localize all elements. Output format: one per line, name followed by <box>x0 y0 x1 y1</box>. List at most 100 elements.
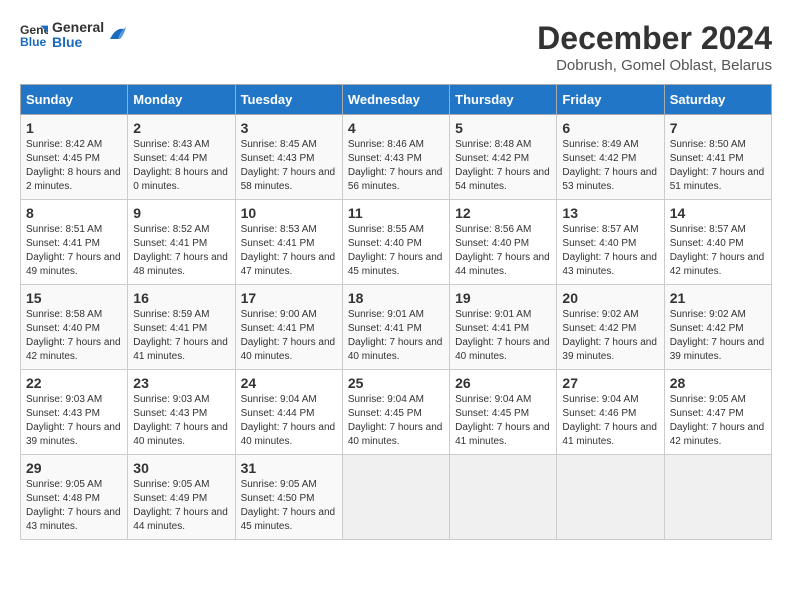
sunset-18: Sunset: 4:41 PM <box>348 323 422 334</box>
day-cell-29: 29 Sunrise: 9:05 AM Sunset: 4:48 PM Dayl… <box>21 455 128 540</box>
day-cell-8: 8 Sunrise: 8:51 AM Sunset: 4:41 PM Dayli… <box>21 200 128 285</box>
sunset-3: Sunset: 4:43 PM <box>241 153 315 164</box>
day-number-22: 22 <box>26 375 122 391</box>
sunrise-4: Sunrise: 8:46 AM <box>348 139 424 150</box>
day-cell-1: 1 Sunrise: 8:42 AM Sunset: 4:45 PM Dayli… <box>21 115 128 200</box>
main-title: December 2024 <box>537 20 772 57</box>
sunrise-6: Sunrise: 8:49 AM <box>562 139 638 150</box>
sunset-28: Sunset: 4:47 PM <box>670 408 744 419</box>
sunset-21: Sunset: 4:42 PM <box>670 323 744 334</box>
day-number-2: 2 <box>133 120 229 136</box>
sunset-13: Sunset: 4:40 PM <box>562 238 636 249</box>
sunrise-3: Sunrise: 8:45 AM <box>241 139 317 150</box>
sunset-25: Sunset: 4:45 PM <box>348 408 422 419</box>
sunrise-5: Sunrise: 8:48 AM <box>455 139 531 150</box>
day-number-30: 30 <box>133 460 229 476</box>
logo-bird-icon <box>108 25 126 45</box>
week-row-5: 29 Sunrise: 9:05 AM Sunset: 4:48 PM Dayl… <box>21 455 772 540</box>
sunrise-10: Sunrise: 8:53 AM <box>241 224 317 235</box>
day-info-2: Sunrise: 8:43 AM Sunset: 4:44 PM Dayligh… <box>133 139 228 192</box>
day-info-24: Sunrise: 9:04 AM Sunset: 4:44 PM Dayligh… <box>241 394 336 447</box>
sunrise-26: Sunrise: 9:04 AM <box>455 394 531 405</box>
day-number-25: 25 <box>348 375 444 391</box>
daylight-4: Daylight: 7 hours and 56 minutes. <box>348 167 443 192</box>
day-cell-7: 7 Sunrise: 8:50 AM Sunset: 4:41 PM Dayli… <box>664 115 771 200</box>
sunset-1: Sunset: 4:45 PM <box>26 153 100 164</box>
sunrise-31: Sunrise: 9:05 AM <box>241 479 317 490</box>
week-row-4: 22 Sunrise: 9:03 AM Sunset: 4:43 PM Dayl… <box>21 370 772 455</box>
day-number-24: 24 <box>241 375 337 391</box>
daylight-12: Daylight: 7 hours and 44 minutes. <box>455 252 550 277</box>
day-info-7: Sunrise: 8:50 AM Sunset: 4:41 PM Dayligh… <box>670 139 765 192</box>
day-number-28: 28 <box>670 375 766 391</box>
daylight-30: Daylight: 7 hours and 44 minutes. <box>133 507 228 532</box>
logo: General Blue General Blue <box>20 20 126 51</box>
sunrise-12: Sunrise: 8:56 AM <box>455 224 531 235</box>
day-info-31: Sunrise: 9:05 AM Sunset: 4:50 PM Dayligh… <box>241 479 336 532</box>
day-number-23: 23 <box>133 375 229 391</box>
sunrise-17: Sunrise: 9:00 AM <box>241 309 317 320</box>
sunset-14: Sunset: 4:40 PM <box>670 238 744 249</box>
sunset-23: Sunset: 4:43 PM <box>133 408 207 419</box>
header-friday: Friday <box>557 85 664 115</box>
daylight-20: Daylight: 7 hours and 39 minutes. <box>562 337 657 362</box>
day-info-8: Sunrise: 8:51 AM Sunset: 4:41 PM Dayligh… <box>26 224 121 277</box>
daylight-25: Daylight: 7 hours and 40 minutes. <box>348 422 443 447</box>
day-number-21: 21 <box>670 290 766 306</box>
day-number-4: 4 <box>348 120 444 136</box>
day-cell-15: 15 Sunrise: 8:58 AM Sunset: 4:40 PM Dayl… <box>21 285 128 370</box>
day-cell-30: 30 Sunrise: 9:05 AM Sunset: 4:49 PM Dayl… <box>128 455 235 540</box>
day-cell-23: 23 Sunrise: 9:03 AM Sunset: 4:43 PM Dayl… <box>128 370 235 455</box>
day-info-12: Sunrise: 8:56 AM Sunset: 4:40 PM Dayligh… <box>455 224 550 277</box>
daylight-7: Daylight: 7 hours and 51 minutes. <box>670 167 765 192</box>
day-cell-5: 5 Sunrise: 8:48 AM Sunset: 4:42 PM Dayli… <box>450 115 557 200</box>
title-area: December 2024 Dobrush, Gomel Oblast, Bel… <box>537 20 772 74</box>
day-cell-4: 4 Sunrise: 8:46 AM Sunset: 4:43 PM Dayli… <box>342 115 449 200</box>
day-info-14: Sunrise: 8:57 AM Sunset: 4:40 PM Dayligh… <box>670 224 765 277</box>
day-info-26: Sunrise: 9:04 AM Sunset: 4:45 PM Dayligh… <box>455 394 550 447</box>
sunset-27: Sunset: 4:46 PM <box>562 408 636 419</box>
weekday-header-row: Sunday Monday Tuesday Wednesday Thursday… <box>21 85 772 115</box>
sunset-19: Sunset: 4:41 PM <box>455 323 529 334</box>
day-cell-9: 9 Sunrise: 8:52 AM Sunset: 4:41 PM Dayli… <box>128 200 235 285</box>
day-number-13: 13 <box>562 205 658 221</box>
day-cell-25: 25 Sunrise: 9:04 AM Sunset: 4:45 PM Dayl… <box>342 370 449 455</box>
sunset-16: Sunset: 4:41 PM <box>133 323 207 334</box>
day-info-22: Sunrise: 9:03 AM Sunset: 4:43 PM Dayligh… <box>26 394 121 447</box>
daylight-17: Daylight: 7 hours and 40 minutes. <box>241 337 336 362</box>
day-cell-16: 16 Sunrise: 8:59 AM Sunset: 4:41 PM Dayl… <box>128 285 235 370</box>
sunset-22: Sunset: 4:43 PM <box>26 408 100 419</box>
header-monday: Monday <box>128 85 235 115</box>
daylight-10: Daylight: 7 hours and 47 minutes. <box>241 252 336 277</box>
day-cell-24: 24 Sunrise: 9:04 AM Sunset: 4:44 PM Dayl… <box>235 370 342 455</box>
day-number-9: 9 <box>133 205 229 221</box>
day-cell-14: 14 Sunrise: 8:57 AM Sunset: 4:40 PM Dayl… <box>664 200 771 285</box>
day-number-8: 8 <box>26 205 122 221</box>
day-number-5: 5 <box>455 120 551 136</box>
day-number-29: 29 <box>26 460 122 476</box>
day-cell-13: 13 Sunrise: 8:57 AM Sunset: 4:40 PM Dayl… <box>557 200 664 285</box>
day-cell-28: 28 Sunrise: 9:05 AM Sunset: 4:47 PM Dayl… <box>664 370 771 455</box>
empty-cell-w5-1 <box>342 455 449 540</box>
empty-cell-w5-4 <box>664 455 771 540</box>
day-cell-11: 11 Sunrise: 8:55 AM Sunset: 4:40 PM Dayl… <box>342 200 449 285</box>
daylight-8: Daylight: 7 hours and 49 minutes. <box>26 252 121 277</box>
day-cell-12: 12 Sunrise: 8:56 AM Sunset: 4:40 PM Dayl… <box>450 200 557 285</box>
day-number-6: 6 <box>562 120 658 136</box>
day-number-31: 31 <box>241 460 337 476</box>
sunset-15: Sunset: 4:40 PM <box>26 323 100 334</box>
daylight-15: Daylight: 7 hours and 42 minutes. <box>26 337 121 362</box>
day-info-13: Sunrise: 8:57 AM Sunset: 4:40 PM Dayligh… <box>562 224 657 277</box>
header-wednesday: Wednesday <box>342 85 449 115</box>
daylight-3: Daylight: 7 hours and 58 minutes. <box>241 167 336 192</box>
day-number-16: 16 <box>133 290 229 306</box>
day-info-17: Sunrise: 9:00 AM Sunset: 4:41 PM Dayligh… <box>241 309 336 362</box>
logo-blue: Blue <box>52 35 104 50</box>
day-cell-22: 22 Sunrise: 9:03 AM Sunset: 4:43 PM Dayl… <box>21 370 128 455</box>
header-saturday: Saturday <box>664 85 771 115</box>
header-sunday: Sunday <box>21 85 128 115</box>
sunrise-21: Sunrise: 9:02 AM <box>670 309 746 320</box>
sunrise-29: Sunrise: 9:05 AM <box>26 479 102 490</box>
daylight-1: Daylight: 8 hours and 2 minutes. <box>26 167 121 192</box>
day-number-15: 15 <box>26 290 122 306</box>
